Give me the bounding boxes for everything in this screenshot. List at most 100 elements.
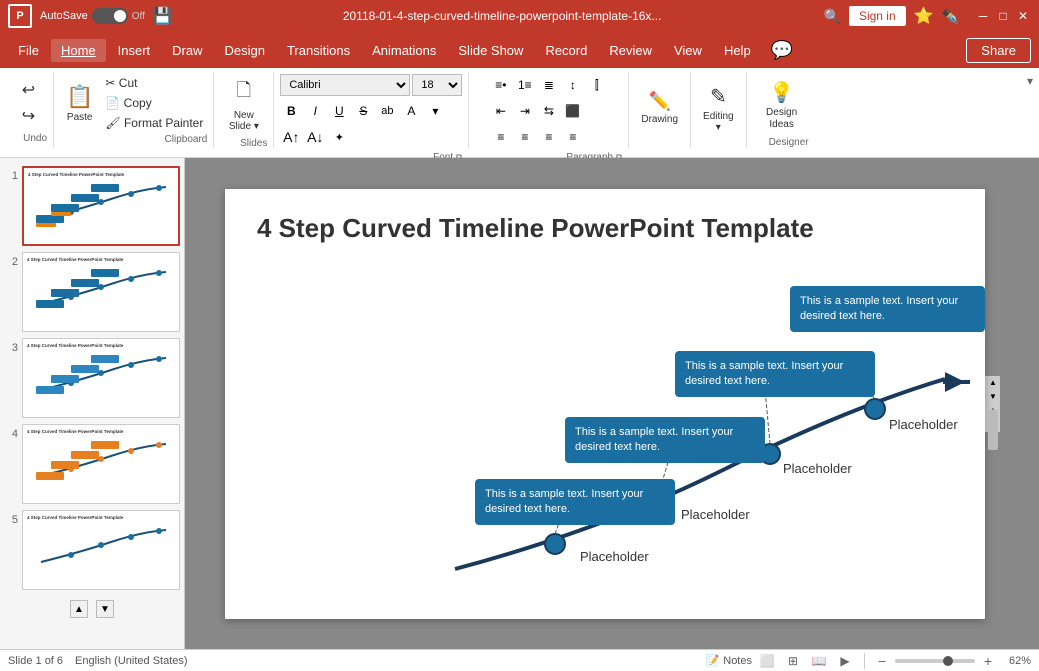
increase-font-button[interactable]: A↑ (280, 126, 302, 148)
search-icon[interactable]: 🔍 (824, 8, 841, 25)
slides-scroll-controls: ▲ ▼ (4, 600, 180, 618)
menu-design[interactable]: Design (215, 39, 275, 62)
maximize-button[interactable]: □ (995, 8, 1011, 24)
slide-sorter-button[interactable]: ⊞ (782, 652, 804, 670)
font-name-select[interactable]: Calibri (280, 74, 410, 96)
reading-view-button[interactable]: 📖 (808, 652, 830, 670)
mini-title-1: 4 Step Curved Timeline PowerPoint Templa… (28, 172, 174, 177)
mini-title-2: 4 Step Curved Timeline PowerPoint Templa… (27, 257, 175, 262)
notes-button[interactable]: 📝 Notes (706, 654, 752, 667)
zoom-slider[interactable] (895, 659, 975, 663)
slide-item-2[interactable]: 2 4 Step Curved Timeline PowerPoint Temp… (4, 252, 180, 332)
text-box-3[interactable]: This is a sample text. Insert your desir… (675, 351, 875, 398)
design-ideas-icon: 💡 (769, 80, 794, 105)
save-icon[interactable]: 💾 (153, 6, 173, 26)
shadow-button[interactable]: ab (376, 100, 398, 122)
share-button[interactable]: Share (966, 38, 1031, 63)
star-icon[interactable]: ⭐ (914, 6, 934, 26)
menu-file[interactable]: File (8, 39, 49, 62)
format-painter-button[interactable]: 🖌 Format Painter (101, 114, 207, 132)
zoom-out-button[interactable]: − (873, 652, 891, 670)
strikethrough-button[interactable]: S (352, 100, 374, 122)
signin-button[interactable]: Sign in (849, 6, 906, 26)
decrease-indent-button[interactable]: ⇤ (490, 100, 512, 122)
scroll-up-button[interactable]: ▲ (986, 376, 1000, 390)
placeholder-label-4: Placeholder (889, 417, 958, 432)
slide-item-3[interactable]: 3 4 Step Curved Timeline PowerPoint Temp… (4, 338, 180, 418)
clear-format-button[interactable]: ✦ (328, 126, 350, 148)
font-row-1: Calibri 18 (280, 74, 462, 96)
menu-help[interactable]: Help (714, 39, 761, 62)
mini-title-4: 4 Step Curved Timeline PowerPoint Templa… (27, 429, 175, 434)
status-left: Slide 1 of 6 English (United States) (8, 655, 188, 667)
zoom-in-button[interactable]: + (979, 652, 997, 670)
font-size-select[interactable]: 18 (412, 74, 462, 96)
scroll-down-button[interactable]: ▼ (986, 390, 1000, 404)
menu-insert[interactable]: Insert (108, 39, 161, 62)
slide-thumb-1[interactable]: 4 Step Curved Timeline PowerPoint Templa… (22, 166, 180, 246)
menu-review[interactable]: Review (599, 39, 662, 62)
slideshow-button[interactable]: ▶ (834, 652, 856, 670)
design-ideas-button[interactable]: 💡 DesignIdeas (757, 76, 807, 135)
menu-animations[interactable]: Animations (362, 39, 446, 62)
smartart-button[interactable]: ⬛ (562, 100, 584, 122)
slide-thumb-3[interactable]: 4 Step Curved Timeline PowerPoint Templa… (22, 338, 180, 418)
copy-button[interactable]: 📄 Copy (101, 94, 155, 112)
italic-button[interactable]: I (304, 100, 326, 122)
menu-draw[interactable]: Draw (162, 39, 212, 62)
align-right-button[interactable]: ≡ (538, 126, 560, 148)
ribbon-expand[interactable]: ▾ (1025, 72, 1035, 148)
editing-button[interactable]: ✎ Editing ▾ (697, 80, 740, 137)
text-dir-button[interactable]: ⇆ (538, 100, 560, 122)
undo-button[interactable]: ↩ (18, 78, 39, 102)
slide-item-5[interactable]: 5 4 Step Curved Timeline PowerPoint Temp… (4, 510, 180, 590)
increase-indent-button[interactable]: ⇥ (514, 100, 536, 122)
bold-button[interactable]: B (280, 100, 302, 122)
text-box-4[interactable]: This is a sample text. Insert your desir… (790, 286, 985, 333)
align-left-button[interactable]: ≡ (490, 126, 512, 148)
clipboard-buttons: 📋 Paste ✂ Cut 📄 Copy 🖌 Format Painter (60, 74, 207, 132)
paste-button[interactable]: 📋 Paste (60, 80, 99, 127)
slide-thumb-4[interactable]: 4 Step Curved Timeline PowerPoint Templa… (22, 424, 180, 504)
slides-scroll-up[interactable]: ▲ (70, 600, 88, 618)
font-color-button[interactable]: A (400, 100, 422, 122)
slide-item-4[interactable]: 4 4 Step Curved Timeline PowerPoint Temp… (4, 424, 180, 504)
paste-label: Paste (67, 112, 93, 123)
bullets-button[interactable]: ≡• (490, 74, 512, 96)
minimize-button[interactable]: ─ (975, 8, 991, 24)
slides-scroll-down[interactable]: ▼ (96, 600, 114, 618)
menu-home[interactable]: Home (51, 39, 106, 62)
slide-item-1[interactable]: 1 4 Step Curved Timeline PowerPoint Temp… (4, 166, 180, 246)
autosave-toggle[interactable] (92, 8, 128, 24)
line-spacing-button[interactable]: ↕ (562, 74, 584, 96)
justify-button[interactable]: ≡ (562, 126, 584, 148)
columns-button[interactable]: ⫿ (586, 74, 608, 96)
new-slide-button[interactable]: 🗋 New Slide ▾ (223, 74, 265, 136)
slide-thumb-2[interactable]: 4 Step Curved Timeline PowerPoint Templa… (22, 252, 180, 332)
comment-icon[interactable]: 💬 (771, 40, 793, 61)
font-color-arrow[interactable]: ▾ (424, 100, 446, 122)
drawing-button[interactable]: ✏️ Drawing (635, 87, 684, 129)
mini-timeline-2 (27, 264, 175, 314)
window-controls: ─ □ ✕ (975, 8, 1031, 24)
ribbon-expand-icon[interactable]: ▾ (1027, 74, 1033, 88)
align-center-button[interactable]: ≡ (514, 126, 536, 148)
decrease-font-button[interactable]: A↓ (304, 126, 326, 148)
text-box-2[interactable]: This is a sample text. Insert your desir… (565, 417, 765, 464)
menu-record[interactable]: Record (535, 39, 597, 62)
menu-transitions[interactable]: Transitions (277, 39, 360, 62)
multilevel-button[interactable]: ≣ (538, 74, 560, 96)
normal-view-button[interactable]: ⬜ (756, 652, 778, 670)
underline-button[interactable]: U (328, 100, 350, 122)
numbering-button[interactable]: 1≡ (514, 74, 536, 96)
redo-button[interactable]: ↪ (18, 104, 39, 128)
menu-view[interactable]: View (664, 39, 712, 62)
text-box-1[interactable]: This is a sample text. Insert your desir… (475, 479, 675, 526)
pen-icon[interactable]: ✒️ (942, 8, 959, 25)
cut-button[interactable]: ✂ Cut (101, 74, 141, 92)
drawing-label: Drawing (641, 114, 678, 125)
slide-thumb-5[interactable]: 4 Step Curved Timeline PowerPoint Templa… (22, 510, 180, 590)
menu-slideshow[interactable]: Slide Show (448, 39, 533, 62)
undo-buttons: ↩ ↪ (18, 74, 39, 131)
close-button[interactable]: ✕ (1015, 8, 1031, 24)
